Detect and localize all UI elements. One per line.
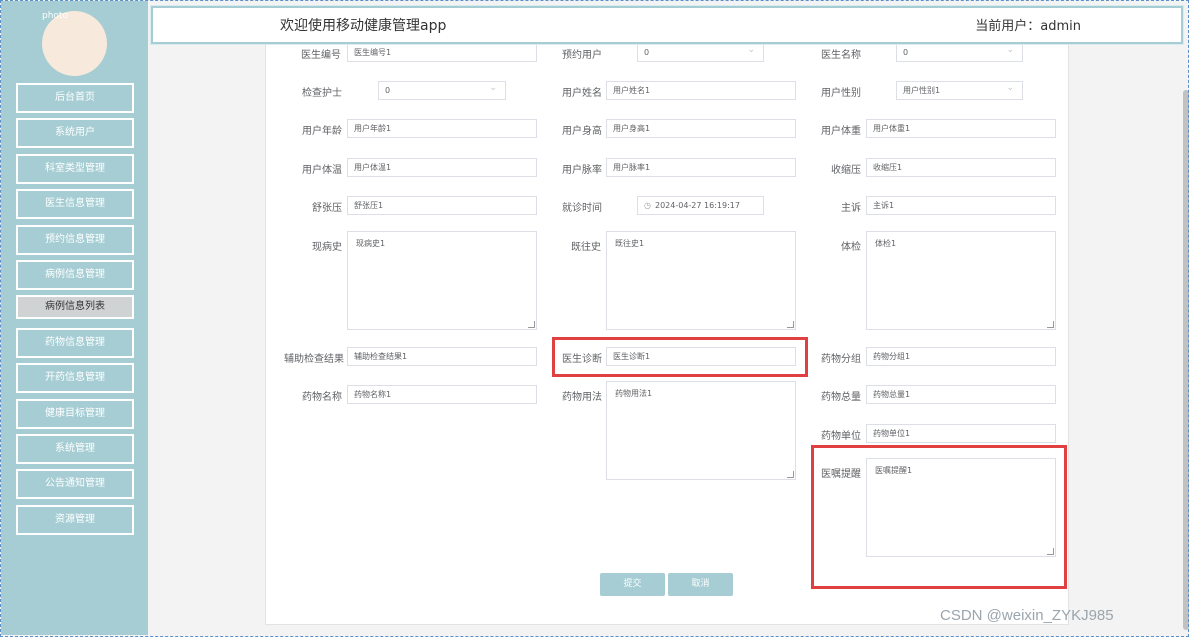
physical-exam-textarea[interactable]: 体检1 [866, 231, 1056, 330]
nurse-label: 检查护士 [302, 88, 342, 99]
sidebar-item-system[interactable]: 系统管理 [16, 433, 134, 464]
visit-time-label: 就诊时间 [562, 203, 602, 214]
systolic-label: 收缩压 [831, 165, 861, 176]
drug-name-input[interactable]: 药物名称1 [347, 385, 537, 404]
user-temp-label: 用户体温 [302, 165, 342, 176]
drug-group-input[interactable]: 药物分组1 [866, 347, 1056, 366]
sidebar-item-department-types[interactable]: 科室类型管理 [16, 153, 134, 184]
user-name-label: 用户姓名 [562, 88, 602, 99]
doctor-no-label: 医生编号 [301, 50, 341, 61]
top-header: 欢迎使用移动健康管理app 当前用户：admin [151, 6, 1183, 44]
user-gender-select[interactable]: 用户性别1 [896, 81, 1023, 100]
sidebar-item-notices[interactable]: 公告通知管理 [16, 469, 134, 500]
cancel-button[interactable]: 取消 [668, 573, 733, 596]
user-gender-label: 用户性别 [821, 88, 861, 99]
current-user: 当前用户：admin [975, 19, 1081, 34]
past-history-label: 既往史 [571, 242, 601, 253]
sidebar: photo 后台首页 系统用户 科室类型管理 医生信息管理 预约信息管理 病例信… [1, 1, 148, 635]
advice-textarea[interactable]: 医嘱提醒1 [866, 458, 1056, 557]
app-title: 欢迎使用移动健康管理app [280, 18, 447, 34]
sidebar-item-resources[interactable]: 资源管理 [16, 504, 134, 535]
sidebar-item-system-users[interactable]: 系统用户 [16, 118, 134, 149]
visit-time-value: 2024-04-27 16:19:17 [654, 201, 740, 210]
complaint-input[interactable]: 主诉1 [866, 196, 1056, 215]
past-history-textarea[interactable]: 既往史1 [606, 231, 796, 330]
sidebar-item-doctors[interactable]: 医生信息管理 [16, 189, 134, 220]
drug-usage-textarea[interactable]: 药物用法1 [606, 381, 796, 480]
sidebar-item-appointments[interactable]: 预约信息管理 [16, 224, 134, 255]
systolic-input[interactable]: 收缩压1 [866, 158, 1056, 177]
drug-unit-label: 药物单位 [821, 431, 861, 442]
submit-button[interactable]: 提交 [600, 573, 665, 596]
avatar-alt-text: photo [42, 11, 68, 21]
present-history-textarea[interactable]: 现病史1 [347, 231, 537, 330]
doctor-no-input[interactable]: 医生编号1 [347, 43, 537, 62]
diagnosis-label: 医生诊断 [562, 354, 602, 365]
vertical-scrollbar[interactable] [1183, 90, 1189, 630]
doctor-name-select[interactable]: 0 [896, 43, 1023, 62]
aux-result-label: 辅助检查结果 [284, 354, 344, 365]
sidebar-item-drugs[interactable]: 药物信息管理 [16, 327, 134, 358]
booking-user-label: 预约用户 [562, 50, 602, 61]
user-height-label: 用户身高 [562, 126, 602, 137]
diagnosis-input[interactable]: 医生诊断1 [606, 347, 796, 366]
user-pulse-input[interactable]: 用户脉率1 [606, 158, 796, 177]
user-age-label: 用户年龄 [302, 126, 342, 137]
drug-total-label: 药物总量 [821, 392, 861, 403]
user-temp-input[interactable]: 用户体温1 [347, 158, 537, 177]
sidebar-menu: 后台首页 系统用户 科室类型管理 医生信息管理 预约信息管理 病例信息管理 病例… [16, 83, 134, 540]
nurse-select[interactable]: 0 [378, 81, 506, 100]
sidebar-item-health-goals[interactable]: 健康目标管理 [16, 398, 134, 429]
sidebar-item-home[interactable]: 后台首页 [16, 83, 134, 113]
visit-time-picker[interactable]: ◷ 2024-04-27 16:19:17 [637, 196, 764, 215]
present-history-label: 现病史 [312, 242, 342, 253]
diastolic-input[interactable]: 舒张压1 [347, 196, 537, 215]
user-weight-input[interactable]: 用户体重1 [866, 119, 1056, 138]
user-height-input[interactable]: 用户身高1 [606, 119, 796, 138]
complaint-label: 主诉 [841, 203, 861, 214]
drug-name-label: 药物名称 [302, 392, 342, 403]
drug-usage-label: 药物用法 [562, 392, 602, 403]
user-pulse-label: 用户脉率 [562, 165, 602, 176]
physical-exam-label: 体检 [841, 242, 861, 253]
drug-total-input[interactable]: 药物总量1 [866, 385, 1056, 404]
sidebar-item-prescriptions[interactable]: 开药信息管理 [16, 363, 134, 394]
watermark: CSDN @weixin_ZYKJ985 [940, 607, 1114, 624]
user-name-input[interactable]: 用户姓名1 [606, 81, 796, 100]
diastolic-label: 舒张压 [312, 203, 342, 214]
user-weight-label: 用户体重 [821, 126, 861, 137]
drug-unit-input[interactable]: 药物单位1 [866, 424, 1056, 443]
clock-icon: ◷ [644, 201, 651, 210]
sidebar-item-case-list[interactable]: 病例信息列表 [16, 295, 134, 320]
advice-label: 医嘱提醒 [821, 469, 861, 480]
aux-result-input[interactable]: 辅助检查结果1 [347, 347, 537, 366]
drug-group-label: 药物分组 [821, 354, 861, 365]
booking-user-select[interactable]: 0 [637, 43, 764, 62]
user-age-input[interactable]: 用户年龄1 [347, 119, 537, 138]
sidebar-item-cases[interactable]: 病例信息管理 [16, 259, 134, 290]
doctor-name-label: 医生名称 [821, 50, 861, 61]
